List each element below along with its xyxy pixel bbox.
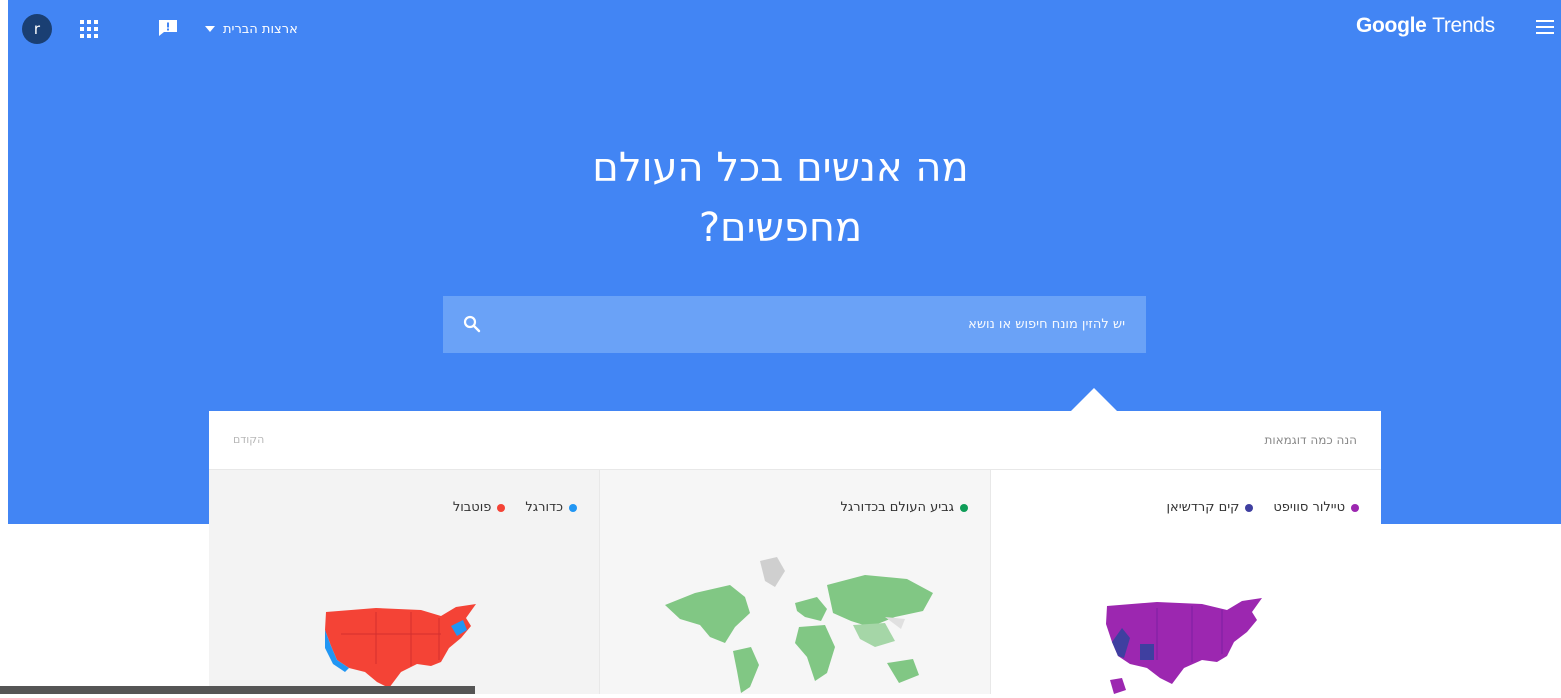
search-icon[interactable]: [463, 315, 481, 333]
region-selector[interactable]: ארצות הברית: [205, 18, 298, 40]
legend-item: טיילור סוויפט: [1273, 500, 1359, 515]
example-card-3[interactable]: כדורגל פוטבול: [209, 470, 600, 694]
legend-dot: [1351, 503, 1359, 512]
card-legend: גביע העולם בכדורגל: [841, 500, 968, 515]
logo-google: Google: [1356, 14, 1427, 37]
apps-grid-icon[interactable]: [80, 20, 98, 38]
examples-title: הנה כמה דוגמאות: [1264, 433, 1357, 447]
examples-header: הנה כמה דוגמאות הקודם: [209, 411, 1381, 470]
search-box: [443, 296, 1146, 353]
legend-item: קים קרדשיאן: [1166, 500, 1254, 515]
previous-button[interactable]: הקודם: [233, 433, 264, 446]
legend-dot: [1245, 503, 1254, 512]
usa-map: [1106, 598, 1262, 694]
example-card-2[interactable]: גביע העולם בכדורגל: [600, 470, 991, 694]
world-map: [665, 557, 933, 693]
legend-label: טיילור סוויפט: [1273, 500, 1345, 515]
panel-pointer: [1070, 388, 1118, 412]
example-card-1[interactable]: טיילור סוויפט קים קרדשיאן: [990, 470, 1381, 694]
legend-label: פוטבול: [452, 500, 492, 515]
legend-item: גביע העולם בכדורגל: [841, 500, 968, 515]
usa-map: [325, 604, 476, 688]
feedback-icon[interactable]: [158, 19, 178, 37]
headline-line-2: מחפשים?: [698, 205, 863, 251]
card-legend: טיילור סוויפט קים קרדשיאן: [1166, 500, 1359, 515]
legend-item: פוטבול: [453, 500, 506, 515]
hamburger-menu-icon[interactable]: [1536, 20, 1554, 36]
search-input[interactable]: [495, 296, 1125, 353]
logo-trends: Trends: [1432, 14, 1495, 37]
legend-item: כדורגל: [525, 500, 577, 515]
legend-label: גביע העולם בכדורגל: [840, 500, 954, 515]
bottom-status-strip: [0, 686, 475, 694]
legend-label: קים קרדשיאן: [1166, 500, 1240, 515]
region-label: ארצות הברית: [223, 21, 298, 37]
legend-dot: [960, 503, 968, 512]
headline-line-1: מה אנשים בכל העולם: [592, 145, 969, 191]
legend-dot: [569, 503, 577, 512]
legend-label: כדורגל: [525, 500, 563, 515]
examples-panel: הנה כמה דוגמאות הקודם טיילור סוויפט קים …: [209, 411, 1381, 694]
google-trends-logo[interactable]: Google Trends: [1356, 14, 1495, 38]
legend-dot: [497, 503, 506, 512]
account-avatar[interactable]: r: [22, 14, 52, 44]
page-headline: מה אנשים בכל העולם מחפשים?: [0, 138, 1561, 258]
card-legend: כדורגל פוטבול: [453, 500, 577, 515]
dropdown-caret-icon: [205, 26, 215, 32]
